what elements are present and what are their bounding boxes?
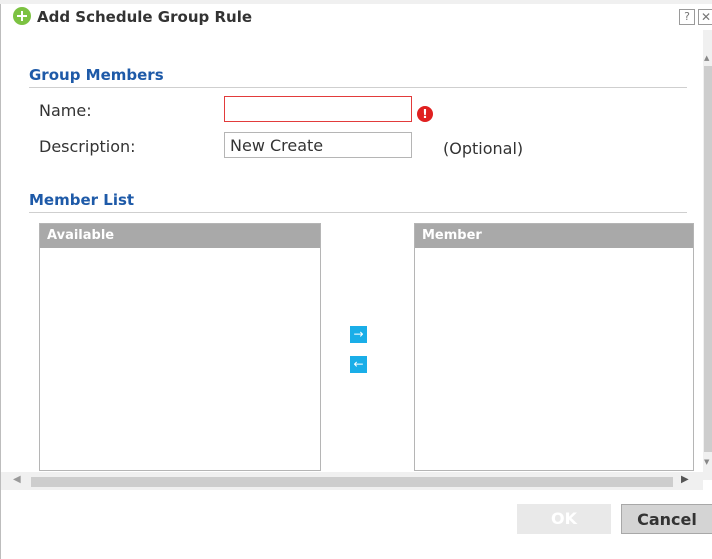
remove-from-member-button[interactable]: ← <box>350 356 367 373</box>
vertical-scroll-thumb[interactable] <box>704 66 712 452</box>
name-label: Name: <box>39 101 92 120</box>
scroll-right-icon[interactable]: ▶ <box>681 474 689 485</box>
dialog-title: Add Schedule Group Rule <box>37 8 253 26</box>
group-members-heading: Group Members <box>29 66 164 84</box>
close-icon[interactable]: ✕ <box>698 9 712 25</box>
ok-button[interactable]: OK <box>517 504 611 534</box>
dialog-footer: OK Cancel <box>1 494 712 559</box>
scroll-up-icon[interactable]: ▲ <box>704 54 709 62</box>
add-schedule-group-dialog: Add Schedule Group Rule ? ✕ Group Member… <box>0 4 712 559</box>
description-label: Description: <box>39 137 136 156</box>
horizontal-scroll-thumb[interactable] <box>31 477 673 487</box>
available-list-header: Available <box>40 224 320 248</box>
member-list-divider <box>29 212 687 213</box>
scroll-left-icon[interactable]: ◀ <box>13 474 21 485</box>
optional-note: (Optional) <box>443 139 524 158</box>
member-list[interactable]: Member <box>414 223 694 471</box>
cancel-button[interactable]: Cancel <box>621 504 712 534</box>
scroll-down-icon[interactable]: ▼ <box>704 458 709 466</box>
name-input[interactable] <box>224 96 412 122</box>
help-icon[interactable]: ? <box>679 9 695 25</box>
description-input[interactable] <box>224 132 412 158</box>
member-list-heading: Member List <box>29 191 135 209</box>
add-icon <box>13 7 31 25</box>
add-to-member-button[interactable]: → <box>350 326 367 343</box>
error-icon: ! <box>417 106 433 122</box>
dialog-titlebar: Add Schedule Group Rule ? ✕ <box>1 4 712 30</box>
horizontal-scrollbar[interactable]: ◀ ▶ <box>1 472 703 490</box>
member-list-header: Member <box>415 224 693 248</box>
available-list[interactable]: Available <box>39 223 321 471</box>
vertical-scrollbar[interactable]: ▲ ▼ <box>703 30 712 480</box>
group-members-divider <box>29 87 687 88</box>
dialog-content: Group Members Name: ! Description: (Opti… <box>1 30 703 480</box>
